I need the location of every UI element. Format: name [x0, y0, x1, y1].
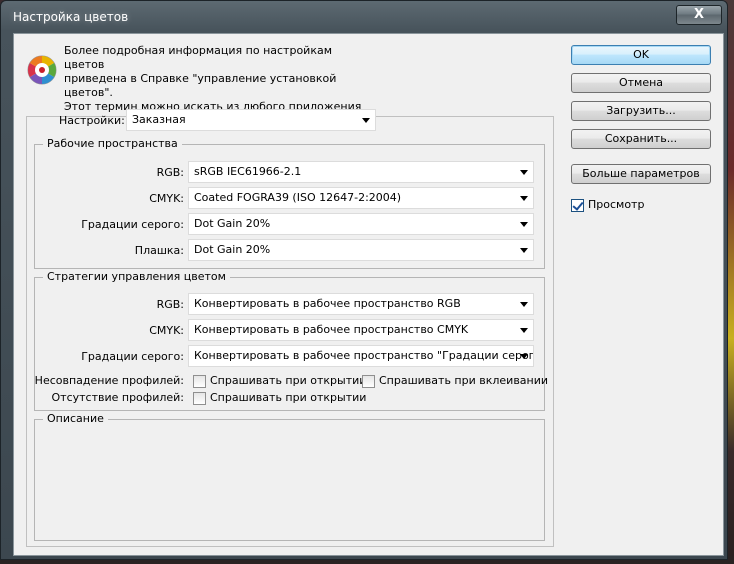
ws-gray-select[interactable]: Dot Gain 20%	[188, 213, 534, 235]
policy-rgb-select[interactable]: Конвертировать в рабочее пространство RG…	[188, 293, 534, 315]
policy-cmyk-label: CMYK:	[149, 324, 184, 337]
ws-rgb-label: RGB:	[156, 166, 184, 179]
mismatch-open-label: Спрашивать при открытии	[210, 374, 367, 387]
policy-cmyk-value: Конвертировать в рабочее пространство CM…	[194, 323, 469, 336]
dialog-body: Более подробная информация по настройкам…	[13, 33, 724, 556]
mismatch-open-checkbox[interactable]	[193, 375, 206, 388]
chevron-down-icon	[520, 354, 528, 359]
close-icon: X	[693, 7, 705, 22]
missing-profile-label: Отсутствие профилей:	[51, 391, 185, 404]
ws-spot-select[interactable]: Dot Gain 20%	[188, 239, 534, 261]
save-button[interactable]: Сохранить...	[571, 129, 711, 149]
ws-rgb-value: sRGB IEC61966-2.1	[194, 165, 302, 178]
chevron-down-icon	[520, 328, 528, 333]
chevron-down-icon	[520, 248, 528, 253]
ws-gray-label: Градации серого:	[81, 218, 184, 231]
close-button[interactable]: X	[676, 5, 722, 25]
policy-gray-select[interactable]: Конвертировать в рабочее пространство "Г…	[188, 345, 534, 367]
ws-gray-value: Dot Gain 20%	[194, 217, 271, 230]
policy-gray-label: Градации серого:	[81, 350, 184, 363]
policy-cmyk-select[interactable]: Конвертировать в рабочее пространство CM…	[188, 319, 534, 341]
chevron-down-icon	[520, 222, 528, 227]
color-settings-dialog: Настройка цветов X Более подробная инфор…	[0, 0, 728, 560]
description-group: Описание	[34, 412, 545, 541]
cancel-button[interactable]: Отмена	[571, 73, 711, 93]
title-bar[interactable]: Настройка цветов X	[1, 1, 727, 31]
load-button[interactable]: Загрузить...	[571, 101, 711, 121]
policy-rgb-value: Конвертировать в рабочее пространство RG…	[194, 297, 461, 310]
ok-button[interactable]: OK	[571, 45, 711, 65]
policy-rgb-label: RGB:	[156, 298, 184, 311]
chevron-down-icon	[520, 302, 528, 307]
ws-rgb-select[interactable]: sRGB IEC61966-2.1	[188, 161, 534, 183]
more-options-button[interactable]: Больше параметров	[571, 164, 711, 184]
ws-cmyk-select[interactable]: Coated FOGRA39 (ISO 12647-2:2004)	[188, 187, 534, 209]
color-wheel-icon	[27, 55, 57, 85]
missing-open-checkbox[interactable]	[193, 392, 206, 405]
mismatch-paste-label: Спрашивать при вклеивании	[379, 374, 549, 387]
missing-open-label: Спрашивать при открытии	[210, 391, 367, 404]
chevron-down-icon	[520, 196, 528, 201]
preview-label: Просмотр	[588, 198, 645, 211]
settings-preset-value: Заказная	[132, 113, 186, 126]
chevron-down-icon	[520, 170, 528, 175]
ws-spot-value: Dot Gain 20%	[194, 243, 271, 256]
policy-gray-value: Конвертировать в рабочее пространство "Г…	[194, 349, 534, 362]
profile-mismatch-label: Несовпадение профилей:	[34, 374, 184, 387]
description-title: Описание	[43, 412, 108, 426]
window-title: Настройка цветов	[13, 10, 129, 24]
settings-preset-select[interactable]: Заказная	[126, 109, 376, 131]
ws-cmyk-label: CMYK:	[149, 192, 184, 205]
ws-spot-label: Плашка:	[134, 244, 184, 257]
ws-cmyk-value: Coated FOGRA39 (ISO 12647-2:2004)	[194, 191, 402, 204]
policies-title: Стратегии управления цветом	[43, 270, 230, 284]
settings-label: Настройки:	[59, 114, 125, 127]
working-spaces-title: Рабочие пространства	[43, 137, 182, 151]
preview-checkbox[interactable]	[571, 199, 584, 212]
chevron-down-icon	[362, 118, 370, 123]
mismatch-paste-checkbox[interactable]	[362, 375, 375, 388]
